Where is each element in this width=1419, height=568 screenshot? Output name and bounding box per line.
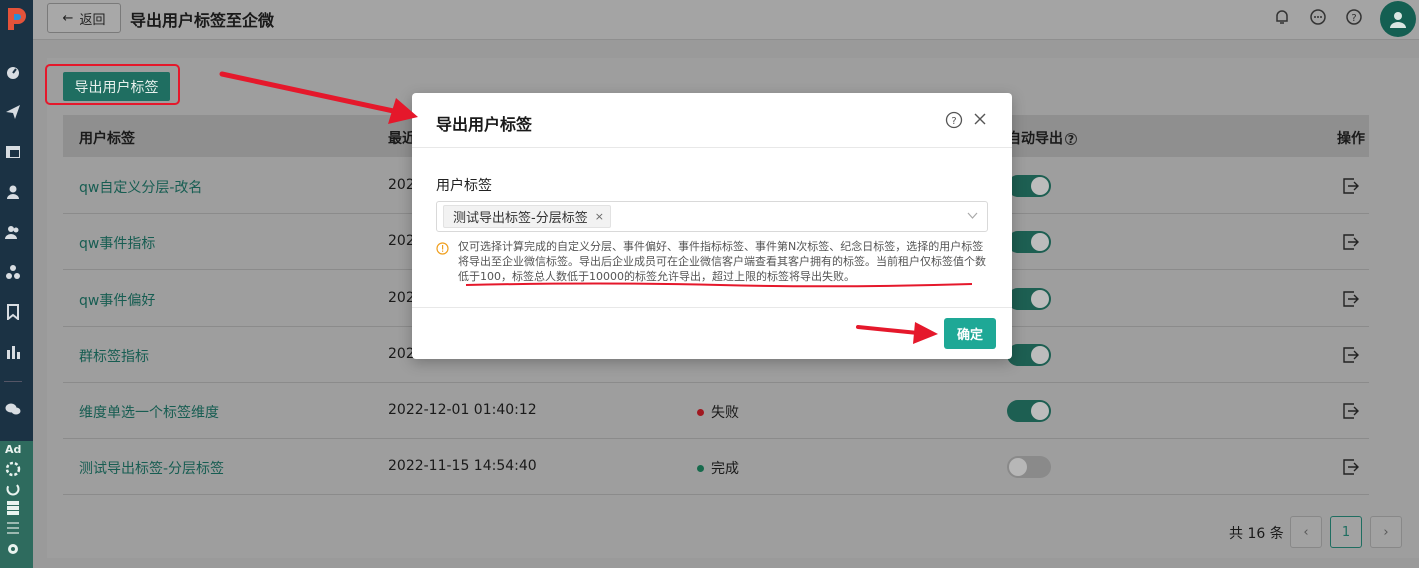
row-divider <box>63 438 1369 439</box>
row-divider <box>63 382 1369 383</box>
chevron-left-icon: ‹ <box>1303 524 1309 540</box>
auto-export-toggle[interactable] <box>1007 288 1051 310</box>
export-action-icon[interactable] <box>1342 291 1359 307</box>
row-tag-link[interactable]: 测试导出标签-分层标签 <box>79 458 224 478</box>
auto-export-toggle[interactable] <box>1007 175 1051 197</box>
server-icon[interactable] <box>5 500 21 516</box>
confirm-button[interactable]: 确定 <box>944 318 996 349</box>
toggle-knob <box>1031 346 1049 364</box>
page-title: 导出用户标签至企微 <box>130 11 275 30</box>
status-dot-icon <box>697 408 704 416</box>
bell-icon[interactable] <box>1273 8 1291 26</box>
app-logo[interactable] <box>4 6 28 32</box>
gear-icon[interactable] <box>5 541 21 557</box>
help-circle-icon[interactable]: ? <box>1065 133 1077 145</box>
arrow-left-icon: ← <box>62 10 74 26</box>
auto-export-toggle[interactable] <box>1007 456 1051 478</box>
users-icon[interactable] <box>5 224 21 240</box>
export-action-icon[interactable] <box>1342 234 1359 250</box>
export-rules-hint: 仅可选择计算完成的自定义分层、事件偏好、事件指标标签、事件第N次标签、纪念日标签… <box>458 240 986 283</box>
export-action-icon[interactable] <box>1342 347 1359 363</box>
export-action-icon[interactable] <box>1342 403 1359 419</box>
top-header: ← 返回 导出用户标签至企微 ? <box>33 0 1419 40</box>
bar-chart-icon[interactable] <box>5 344 21 360</box>
pagination-page-button[interactable]: 1 <box>1330 516 1362 548</box>
pagination-total: 共 16 条 <box>1229 526 1284 542</box>
column-header-tag: 用户标签 <box>79 131 135 147</box>
auto-export-toggle[interactable] <box>1007 400 1051 422</box>
segments-icon[interactable] <box>5 264 21 280</box>
dialog-divider <box>412 147 1012 148</box>
row-tag-link[interactable]: qw事件指标 <box>79 233 155 253</box>
settings-cog-icon[interactable] <box>5 461 21 477</box>
user-avatar[interactable] <box>1380 1 1416 37</box>
pagination-next-button[interactable]: › <box>1370 516 1402 548</box>
row-tag-link[interactable]: qw事件偏好 <box>79 290 155 310</box>
toggle-knob <box>1031 233 1049 251</box>
row-tag-link[interactable]: 维度单选一个标签维度 <box>79 402 219 422</box>
list-icon[interactable] <box>5 520 21 536</box>
annotation-highlight-box <box>45 64 180 105</box>
bookmark-icon[interactable] <box>5 304 21 320</box>
auto-export-toggle[interactable] <box>1007 344 1051 366</box>
row-tag-link[interactable]: qw自定义分层-改名 <box>79 177 202 197</box>
auto-export-toggle[interactable] <box>1007 231 1051 253</box>
help-icon[interactable]: ? <box>1345 8 1363 26</box>
close-icon[interactable] <box>973 112 987 126</box>
chip-label: 测试导出标签-分层标签 <box>453 211 588 226</box>
status-label: 失败 <box>711 405 739 421</box>
column-header-auto-export: 自动导出? <box>1007 128 1077 148</box>
row-time: 2022-12-01 01:40:12 <box>388 402 537 418</box>
sidebar-divider <box>4 381 22 382</box>
user-icon[interactable] <box>5 184 21 200</box>
row-divider <box>63 494 1369 495</box>
back-button-label: 返回 <box>79 12 106 28</box>
user-tag-field-label: 用户标签 <box>436 178 492 194</box>
sidebar: Ad <box>0 0 33 568</box>
send-icon[interactable] <box>5 104 21 120</box>
toggle-knob <box>1009 458 1027 476</box>
selected-tag-chip: 测试导出标签-分层标签 × <box>443 205 611 228</box>
sidebar-ad-label: Ad <box>5 443 22 456</box>
help-icon[interactable]: ? <box>945 111 963 129</box>
chevron-down-icon <box>967 212 978 219</box>
row-status: 完成 <box>697 458 739 478</box>
export-action-icon[interactable] <box>1342 459 1359 475</box>
chip-remove-icon[interactable]: × <box>595 210 604 223</box>
chevron-right-icon: › <box>1383 524 1389 540</box>
row-time: 2022-11-15 14:54:40 <box>388 458 537 474</box>
status-label: 完成 <box>711 461 739 477</box>
user-tag-select[interactable]: 测试导出标签-分层标签 × <box>436 201 988 232</box>
row-status: 失败 <box>697 402 739 422</box>
chat-icon[interactable] <box>1309 8 1327 26</box>
layout-icon[interactable] <box>5 144 21 160</box>
pagination-prev-button[interactable]: ‹ <box>1290 516 1322 548</box>
toggle-knob <box>1031 177 1049 195</box>
auto-export-label: 自动导出 <box>1007 131 1063 147</box>
wechat-icon[interactable] <box>5 401 21 417</box>
toggle-knob <box>1031 290 1049 308</box>
svg-text:?: ? <box>951 116 956 127</box>
avatar-user-icon <box>1390 12 1406 28</box>
svg-text:?: ? <box>1351 13 1356 24</box>
column-header-actions: 操作 <box>1337 131 1365 147</box>
dashboard-icon[interactable] <box>5 64 21 80</box>
dialog-footer-divider <box>412 307 1012 308</box>
loading-icon[interactable] <box>5 481 21 497</box>
status-dot-icon <box>697 464 704 472</box>
warning-info-icon <box>436 242 449 255</box>
dialog-title: 导出用户标签 <box>436 115 533 134</box>
back-button[interactable]: ← 返回 <box>47 3 121 33</box>
toggle-knob <box>1031 402 1049 420</box>
export-dialog: 导出用户标签 ? 用户标签 测试导出标签-分层标签 × 仅可选择计算完成的自定义… <box>412 93 1012 359</box>
export-action-icon[interactable] <box>1342 178 1359 194</box>
row-tag-link[interactable]: 群标签指标 <box>79 346 149 366</box>
